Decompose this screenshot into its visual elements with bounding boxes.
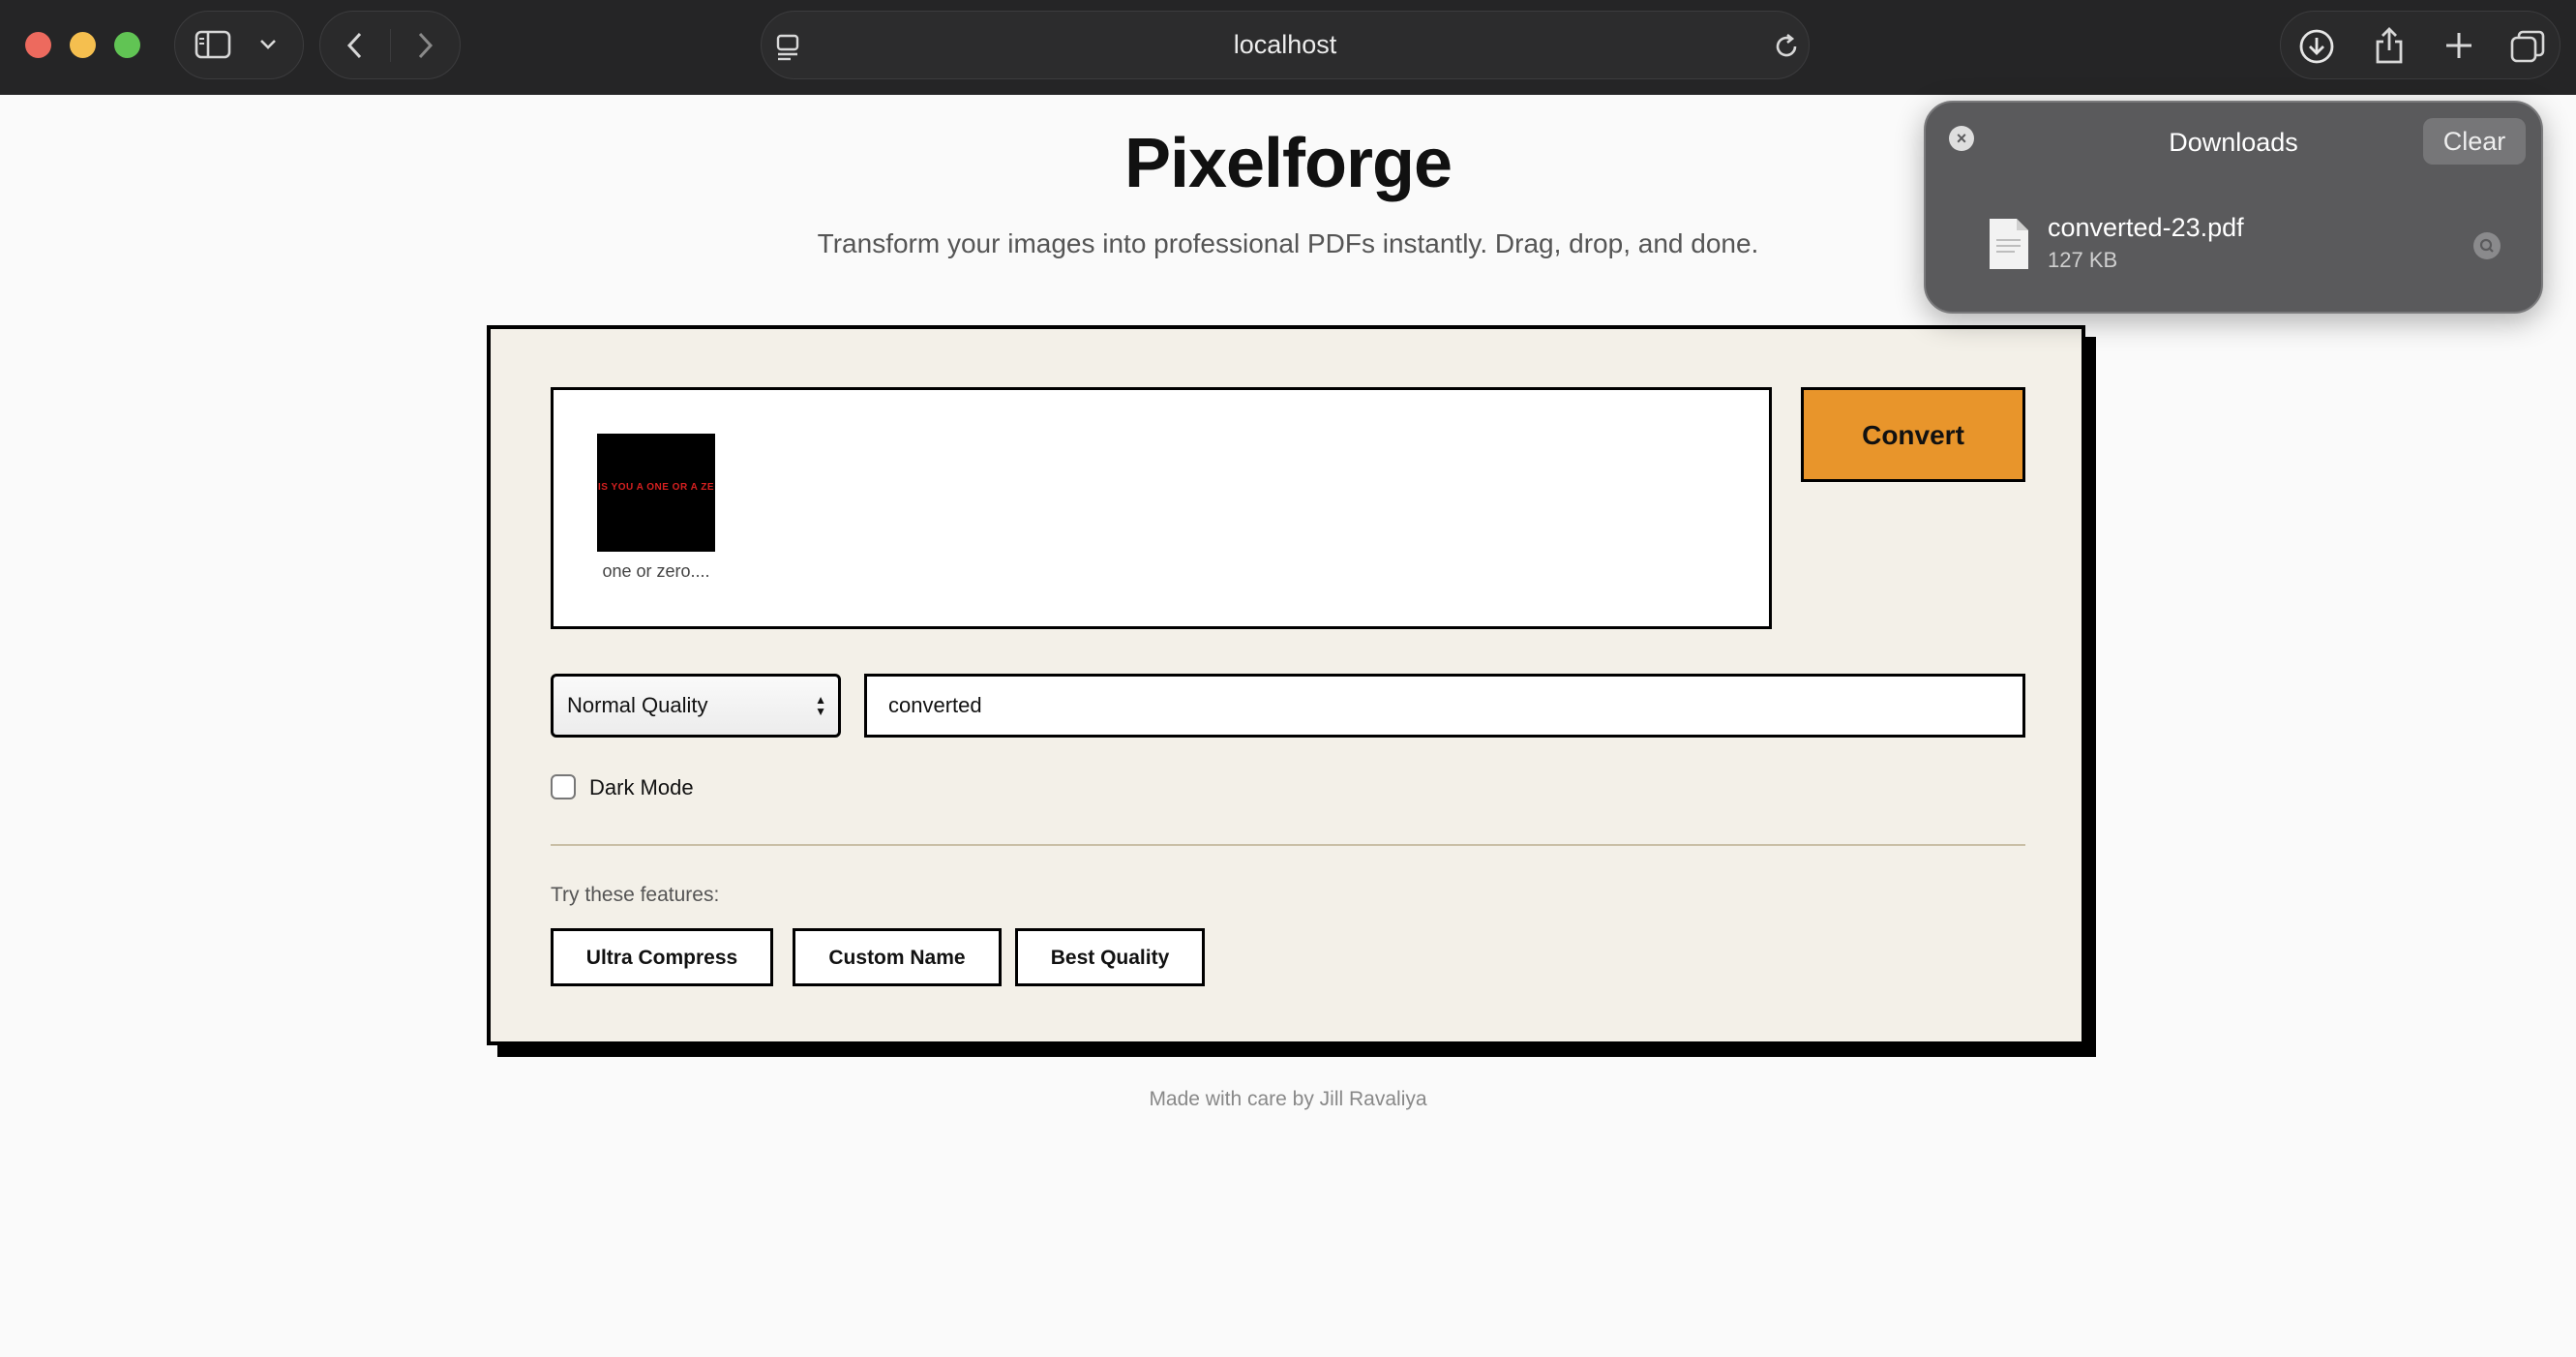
best-quality-button[interactable]: Best Quality: [1015, 928, 1205, 986]
share-icon[interactable]: [2374, 25, 2405, 66]
thumbnail-caption: one or zero....: [602, 561, 710, 581]
back-arrow-icon[interactable]: [344, 31, 367, 60]
minimize-window-button[interactable]: [70, 32, 96, 58]
quality-select[interactable]: Normal Quality ▲ ▼: [551, 674, 841, 738]
clear-downloads-button[interactable]: Clear: [2423, 118, 2526, 165]
downloads-popover: × Downloads Clear converted-23.pdf 127 K…: [1924, 101, 2543, 314]
select-arrows-icon: ▲ ▼: [815, 693, 826, 718]
dark-mode-checkbox[interactable]: [551, 774, 576, 799]
thumbnail-text: IS YOU A ONE OR A ZE: [597, 482, 714, 493]
filename-input[interactable]: [864, 674, 2025, 738]
show-in-finder-icon[interactable]: [2473, 232, 2501, 259]
downloads-icon[interactable]: [2298, 28, 2335, 65]
sidebar-toggle-group: [174, 11, 304, 79]
browser-toolbar: localhost: [0, 0, 2576, 95]
reload-icon[interactable]: [1772, 32, 1801, 61]
image-thumbnail[interactable]: IS YOU A ONE OR A ZE: [597, 434, 715, 552]
address-bar[interactable]: localhost: [761, 11, 1810, 79]
navigation-group: [319, 11, 461, 79]
address-text: localhost: [1233, 30, 1337, 59]
chevron-down-icon[interactable]: [258, 37, 278, 52]
download-file-size: 127 KB: [2048, 248, 2118, 272]
footer-credit: Made with care by Jill Ravaliya: [1149, 1088, 1427, 1110]
document-icon: [1990, 219, 2028, 269]
dark-mode-label: Dark Mode: [589, 775, 694, 799]
sidebar-icon[interactable]: [195, 30, 231, 59]
converter-card: IS YOU A ONE OR A ZE one or zero.... Con…: [487, 325, 2085, 1045]
magnifier-icon: [2479, 238, 2494, 253]
section-divider: [551, 844, 2025, 846]
forward-arrow-icon[interactable]: [413, 31, 436, 60]
download-file-name[interactable]: converted-23.pdf: [2048, 213, 2244, 243]
tab-overview-icon[interactable]: [2509, 29, 2546, 64]
custom-name-button[interactable]: Custom Name: [793, 928, 1002, 986]
new-tab-icon[interactable]: [2443, 30, 2474, 61]
image-dropzone[interactable]: IS YOU A ONE OR A ZE one or zero....: [551, 387, 1772, 629]
quality-select-value: Normal Quality: [567, 693, 708, 717]
zoom-window-button[interactable]: [114, 32, 140, 58]
ultra-compress-button[interactable]: Ultra Compress: [551, 928, 773, 986]
toolbar-actions-group: [2280, 11, 2561, 79]
nav-divider: [390, 29, 391, 62]
features-label: Try these features:: [551, 884, 720, 906]
convert-button[interactable]: Convert: [1801, 387, 2025, 482]
close-window-button[interactable]: [25, 32, 51, 58]
